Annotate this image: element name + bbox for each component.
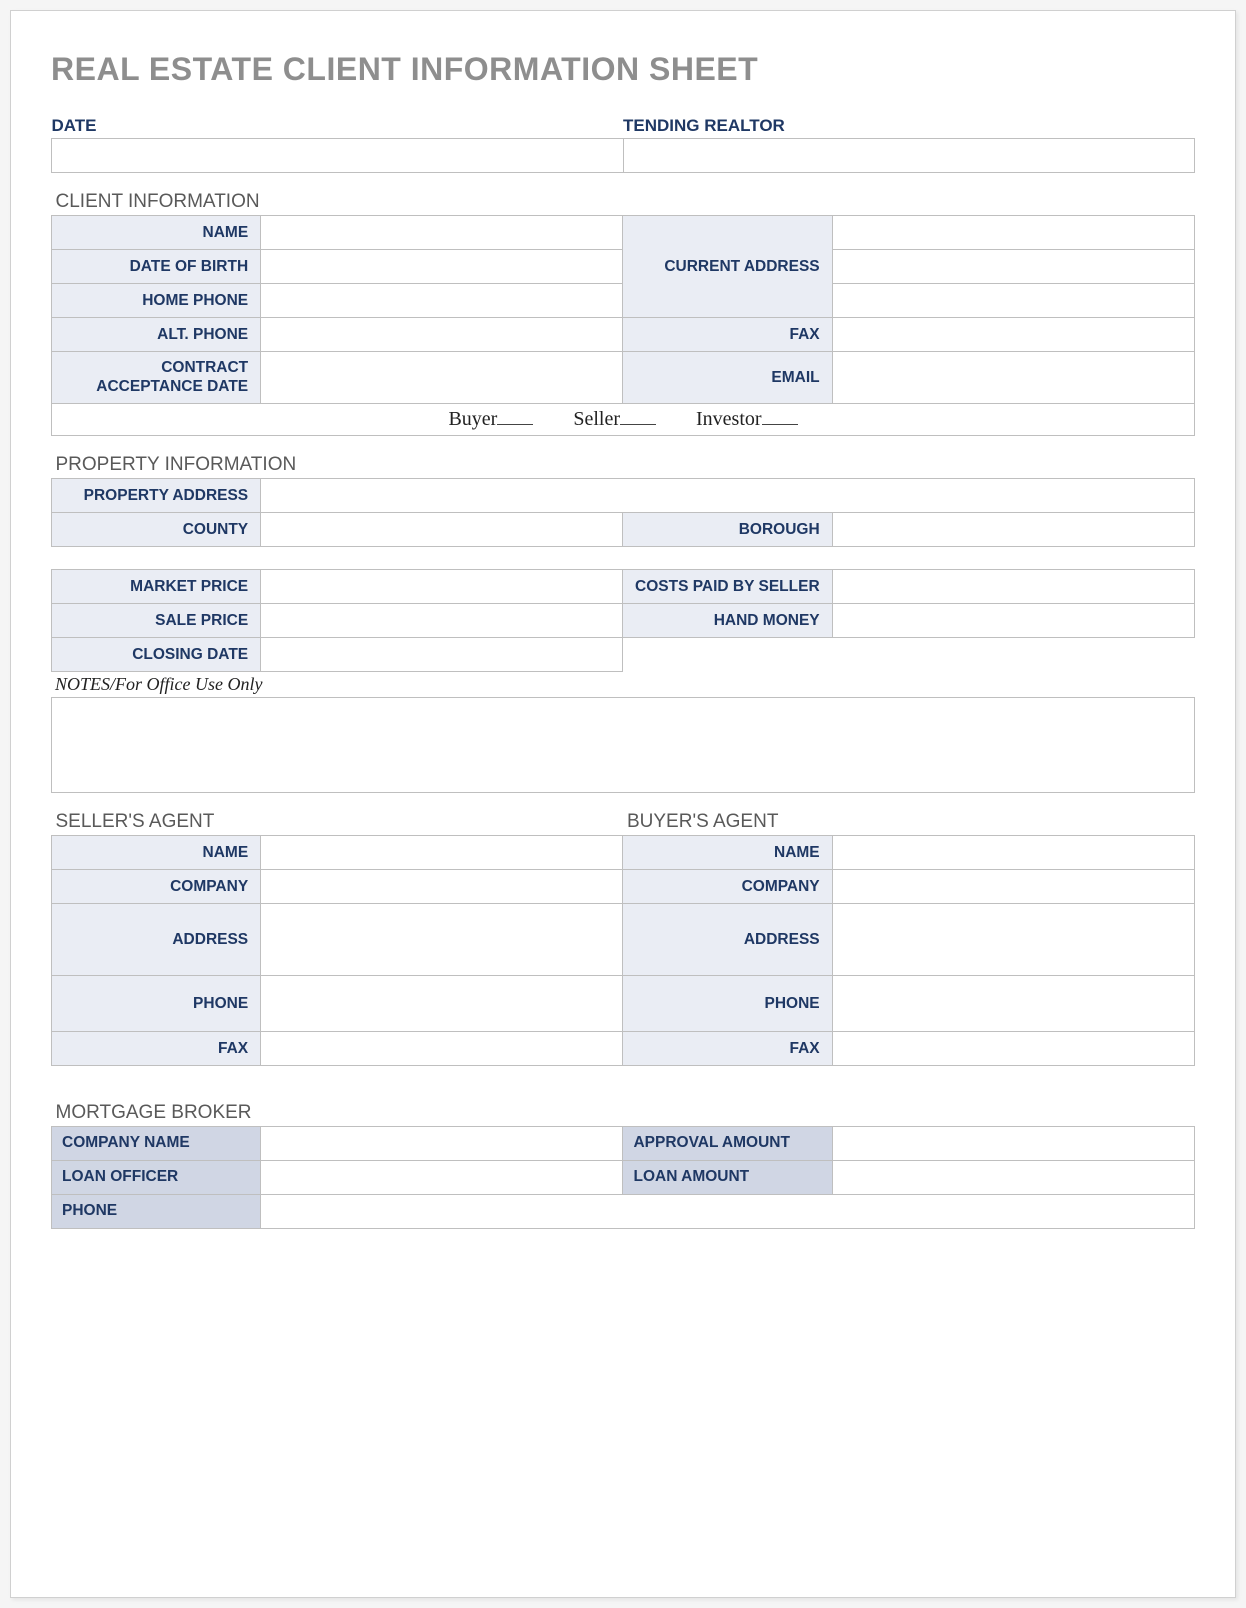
ba-address-label: ADDRESS [623,903,832,975]
property-info-table: PROPERTY INFORMATION PROPERTY ADDRESS CO… [51,454,1195,547]
borough-label: BOROUGH [623,512,832,546]
role-checkboxes: Buyer Seller Investor [52,403,1195,435]
alt-phone-input[interactable] [271,325,612,345]
seller-blank[interactable] [620,424,656,425]
property-address-label: PROPERTY ADDRESS [52,478,261,512]
broker-phone-input[interactable] [271,1202,1184,1222]
sa-fax-label: FAX [52,1031,261,1065]
market-price-label: MARKET PRICE [52,569,261,603]
sa-company-label: COMPANY [52,869,261,903]
page-title: REAL ESTATE CLIENT INFORMATION SHEET [51,51,1195,88]
ba-fax-input[interactable] [843,1039,1184,1059]
approval-label: APPROVAL AMOUNT [623,1126,832,1160]
header-table: DATE TENDING REALTOR [51,116,1195,173]
borough-input[interactable] [843,520,1184,540]
ba-phone-label: PHONE [623,975,832,1031]
name-input[interactable] [271,223,612,243]
pricing-table: MARKET PRICE COSTS PAID BY SELLER SALE P… [51,569,1195,672]
property-section-title: PROPERTY INFORMATION [52,454,1195,479]
home-phone-label: HOME PHONE [52,284,261,318]
hand-money-input[interactable] [843,611,1184,631]
broker-table: MORTGAGE BROKER COMPANY NAME APPROVAL AM… [51,1102,1195,1229]
name-label: NAME [52,216,261,250]
ba-fax-label: FAX [623,1031,832,1065]
notes-table [51,697,1195,793]
contract-date-label: CONTRACT ACCEPTANCE DATE [52,352,261,404]
email-input[interactable] [843,368,1184,388]
buyer-blank[interactable] [497,424,533,425]
sa-company-input[interactable] [271,877,612,897]
agents-table: SELLER'S AGENT BUYER'S AGENT NAME NAME C… [51,811,1195,1066]
costs-seller-label: COSTS PAID BY SELLER [623,569,832,603]
market-price-input[interactable] [271,577,612,597]
sa-fax-input[interactable] [271,1039,612,1059]
investor-blank[interactable] [762,424,798,425]
ba-phone-input[interactable] [843,994,1184,1014]
sa-phone-input[interactable] [271,994,612,1014]
current-address-label: CURRENT ADDRESS [623,216,832,318]
date-input[interactable] [62,146,613,166]
alt-phone-label: ALT. PHONE [52,318,261,352]
sa-address-label: ADDRESS [52,903,261,975]
home-phone-input[interactable] [271,291,612,311]
buyer-option: Buyer [448,408,497,430]
email-label: EMAIL [623,352,832,404]
broker-phone-label: PHONE [52,1194,261,1228]
sa-name-input[interactable] [271,843,612,863]
costs-seller-input[interactable] [843,577,1184,597]
client-info-table: CLIENT INFORMATION NAME CURRENT ADDRESS … [51,191,1195,436]
current-address-input-2[interactable] [843,257,1184,277]
closing-date-input[interactable] [271,645,612,665]
loan-amount-input[interactable] [843,1168,1184,1188]
seller-option: Seller [573,408,620,430]
notes-input[interactable] [62,704,1184,786]
current-address-input-3[interactable] [843,291,1184,311]
ba-address-input[interactable] [843,930,1184,950]
hand-money-label: HAND MONEY [623,603,832,637]
realtor-label: TENDING REALTOR [623,116,1195,139]
contract-date-input[interactable] [271,368,612,388]
sale-price-label: SALE PRICE [52,603,261,637]
loan-amount-label: LOAN AMOUNT [623,1160,832,1194]
ba-company-label: COMPANY [623,869,832,903]
notes-label: NOTES/For Office Use Only [51,672,1195,697]
ba-company-input[interactable] [843,877,1184,897]
sa-address-input[interactable] [271,930,612,950]
sa-name-label: NAME [52,835,261,869]
closing-date-label: CLOSING DATE [52,637,261,671]
dob-label: DATE OF BIRTH [52,250,261,284]
client-section-title: CLIENT INFORMATION [52,191,1195,216]
investor-option: Investor [696,408,762,430]
property-address-input[interactable] [271,486,1184,506]
sa-phone-label: PHONE [52,975,261,1031]
fax-label: FAX [623,318,832,352]
county-label: COUNTY [52,512,261,546]
officer-label: LOAN OFFICER [52,1160,261,1194]
document-page: REAL ESTATE CLIENT INFORMATION SHEET DAT… [10,10,1236,1598]
broker-section-title: MORTGAGE BROKER [52,1102,1195,1127]
broker-company-input[interactable] [271,1134,612,1154]
date-label: DATE [52,116,624,139]
sale-price-input[interactable] [271,611,612,631]
officer-input[interactable] [271,1168,612,1188]
broker-company-label: COMPANY NAME [52,1126,261,1160]
realtor-input[interactable] [634,146,1185,166]
ba-name-label: NAME [623,835,832,869]
dob-input[interactable] [271,257,612,277]
ba-name-input[interactable] [843,843,1184,863]
approval-input[interactable] [843,1134,1184,1154]
county-input[interactable] [271,520,612,540]
current-address-input-1[interactable] [843,223,1184,243]
seller-agent-title: SELLER'S AGENT [52,811,623,836]
fax-input[interactable] [843,325,1184,345]
buyer-agent-title: BUYER'S AGENT [623,811,1195,836]
